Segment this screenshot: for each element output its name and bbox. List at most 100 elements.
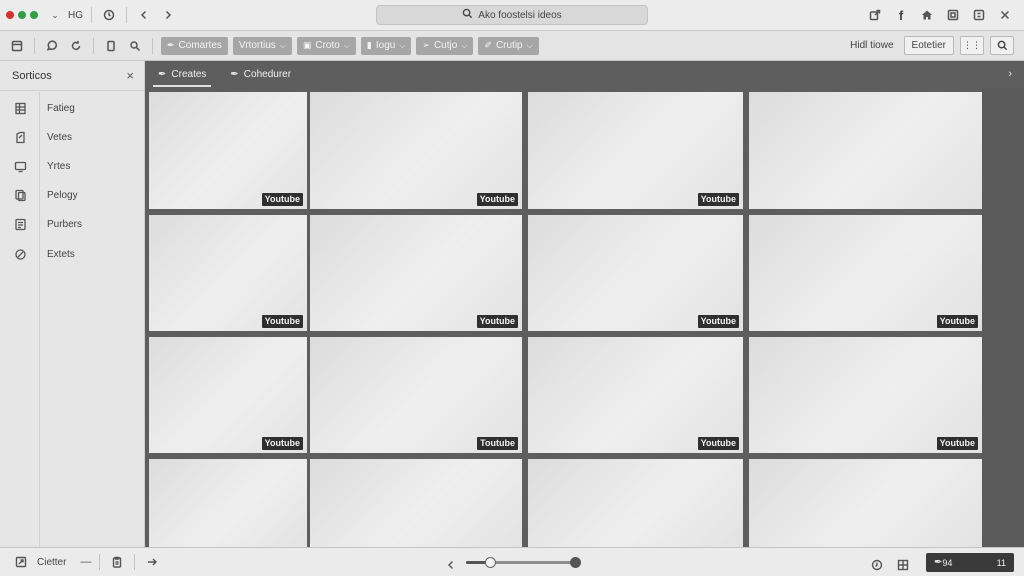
- divider: [99, 554, 101, 570]
- video-tile[interactable]: Youtube: [749, 337, 982, 453]
- export-icon[interactable]: [12, 553, 30, 571]
- divider: [152, 37, 153, 54]
- minus-icon[interactable]: —: [80, 556, 91, 568]
- forward-icon[interactable]: [159, 6, 177, 24]
- source-badge: Youtube: [697, 437, 739, 450]
- close-sidebar-icon[interactable]: ×: [126, 68, 134, 83]
- toolbar-button-cutjo[interactable]: ➢ Cutjo ⌵: [416, 36, 474, 55]
- close-icon[interactable]: [996, 6, 1014, 24]
- chevron-left-icon[interactable]: [442, 556, 460, 574]
- magic-search-icon[interactable]: [126, 37, 144, 55]
- phone-icon[interactable]: [102, 37, 120, 55]
- video-tile[interactable]: Youtube: [749, 215, 982, 331]
- refresh-icon[interactable]: [67, 37, 85, 55]
- slider-knob[interactable]: [485, 557, 496, 568]
- toolbar-button-crutip[interactable]: ✐ Crutip ⌵: [478, 36, 539, 55]
- divider: [134, 554, 136, 570]
- timeline-slider[interactable]: [466, 557, 581, 568]
- video-tile[interactable]: [310, 459, 522, 547]
- video-tile[interactable]: Youtube: [149, 337, 307, 453]
- chevron-down-icon: ⌵: [343, 40, 350, 50]
- copy-icon: [0, 189, 40, 202]
- video-tile[interactable]: Youtube: [528, 215, 743, 331]
- address-bar[interactable]: Ako foostelsi ideos: [376, 5, 648, 25]
- toolbar-button-label: Cutjo: [433, 40, 458, 51]
- video-tile[interactable]: [749, 92, 982, 209]
- video-tile[interactable]: [749, 459, 982, 547]
- divider: [126, 7, 127, 23]
- clock-icon[interactable]: [100, 6, 118, 24]
- video-tile[interactable]: Youtube: [310, 92, 522, 209]
- sidebar-item-fatieg[interactable]: Fatieg: [0, 97, 145, 119]
- toolbar-button-comartes[interactable]: ✒ Comartes: [161, 36, 228, 55]
- slider-end-knob[interactable]: [570, 557, 581, 568]
- video-tile[interactable]: [149, 459, 307, 547]
- pin-button[interactable]: ⋮⋮: [960, 36, 984, 55]
- sidebar-item-vetes[interactable]: Vetes: [0, 126, 145, 148]
- counter-right: 11: [996, 557, 1006, 568]
- app-code: HG: [68, 9, 83, 21]
- tab-creates[interactable]: ✒ Creates: [153, 61, 212, 88]
- sidebar-item-label: Pelogy: [47, 189, 78, 201]
- filter-button[interactable]: Eotetier: [903, 36, 954, 55]
- tab-cohedurer[interactable]: ✒ Cohedurer: [225, 61, 296, 88]
- settings-icon[interactable]: [970, 6, 988, 24]
- maximize-window-dot[interactable]: [30, 11, 38, 19]
- pen-icon: ✒: [167, 40, 175, 50]
- status-label: Cietter: [37, 556, 67, 568]
- window-icon[interactable]: [944, 6, 962, 24]
- video-tile[interactable]: Toutube: [310, 337, 522, 453]
- share-icon[interactable]: [866, 6, 884, 24]
- toolbar-button-label: Crutip: [495, 40, 523, 51]
- arrow-right-icon[interactable]: [143, 553, 161, 571]
- toolbar-button-croto[interactable]: ▣ Croto ⌵: [296, 36, 356, 55]
- tag-icon: ➢: [422, 40, 430, 50]
- video-grid: Youtube Youtube Youtube Youtube Youtube Youtu…: [145, 88, 1024, 547]
- back-icon[interactable]: [135, 6, 153, 24]
- clipboard-icon[interactable]: [108, 553, 126, 571]
- sidebar-item-yrtes[interactable]: Yrtes: [0, 155, 145, 177]
- source-badge: Youtube: [697, 315, 739, 328]
- pen-icon: ✒: [230, 69, 239, 80]
- chevron-down-icon[interactable]: ⌄: [46, 6, 64, 24]
- search-button[interactable]: [990, 36, 1014, 55]
- timer-icon[interactable]: [868, 556, 886, 574]
- list-doc-icon: [0, 218, 40, 231]
- home-icon[interactable]: [918, 6, 936, 24]
- sidebar-item-label: Purbers: [47, 218, 83, 230]
- video-tile[interactable]: [528, 459, 743, 547]
- video-tile[interactable]: Youtube: [149, 215, 307, 331]
- sidebar-item-pelogy[interactable]: Pelogy: [0, 184, 145, 206]
- grid-view-icon[interactable]: [894, 556, 912, 574]
- edit-doc-icon: [0, 131, 40, 144]
- close-window-dot[interactable]: [6, 11, 14, 19]
- sidebar-title: Sorticos: [12, 69, 52, 82]
- toolbar-button-vrtortius[interactable]: Vrtortius ⌵: [232, 36, 292, 55]
- grid-icon: ⋮⋮: [963, 40, 981, 50]
- video-tile[interactable]: Youtube: [149, 92, 307, 209]
- minimize-window-dot[interactable]: [18, 11, 26, 19]
- source-badge: Youtube: [261, 315, 303, 328]
- sidebar-item-label: Yrtes: [47, 160, 71, 172]
- chevron-down-icon: ⌵: [399, 40, 406, 50]
- address-text: Ako foostelsi ideos: [478, 9, 562, 21]
- title-bar: ⌄ HG Ako foostelsi ideos f: [0, 0, 1024, 31]
- sidebar-item-purbers[interactable]: Purbers: [0, 213, 145, 235]
- video-tile[interactable]: Youtube: [528, 92, 743, 209]
- video-tile[interactable]: Youtube: [528, 337, 743, 453]
- sidebar-item-label: Vetes: [47, 131, 73, 143]
- scrollbar-track[interactable]: [982, 88, 1024, 547]
- brush-icon: ✐: [484, 40, 492, 50]
- toolbar-button-iogu[interactable]: ▮ Iogu ⌵: [360, 36, 412, 55]
- chat-icon[interactable]: [43, 37, 61, 55]
- facebook-icon[interactable]: f: [892, 6, 910, 24]
- content-tabs: ✒ Creates ✒ Cohedurer ›: [145, 61, 1024, 88]
- layout-icon[interactable]: [8, 37, 26, 55]
- source-badge: Youtube: [261, 437, 303, 450]
- tab-label: Creates: [171, 69, 207, 80]
- chevron-right-icon[interactable]: ›: [1008, 68, 1012, 80]
- video-tile[interactable]: Youtube: [310, 215, 522, 331]
- sidebar-item-extets[interactable]: Extets: [0, 243, 145, 265]
- status-text: Hidl tiowe: [850, 40, 894, 51]
- sidebar: Sorticos × Fatieg Vetes Yrtes Pelogy Pur…: [0, 61, 145, 547]
